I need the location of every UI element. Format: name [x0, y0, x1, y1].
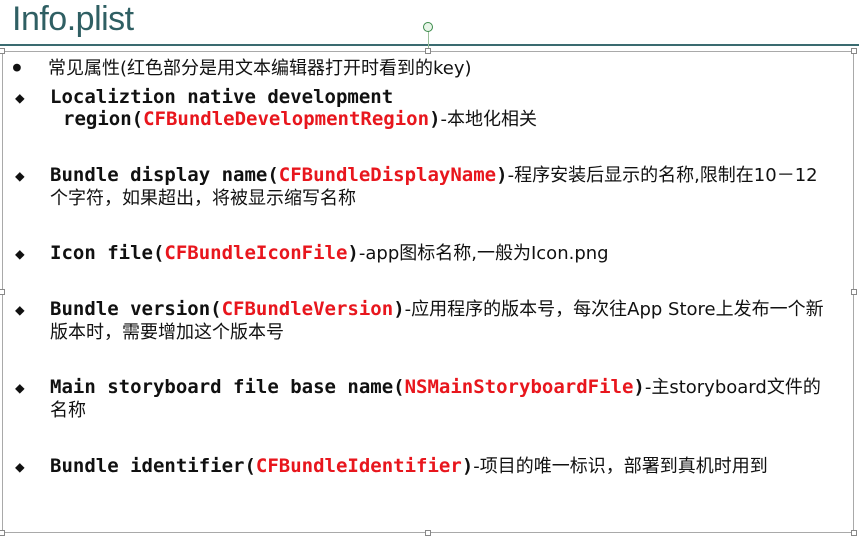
- bullet-diamond-icon: ◆: [15, 88, 25, 107]
- item-desc: -本地化相关: [440, 109, 538, 130]
- item-key-close: ): [633, 376, 645, 398]
- item-key-close: ): [461, 455, 474, 477]
- item-name: Bundle version(: [50, 298, 222, 320]
- bullet-diamond-icon: ◆: [15, 378, 25, 397]
- item-key: CFBundleDisplayName: [278, 164, 497, 186]
- item-name: Bundle identifier(: [50, 455, 256, 477]
- resize-handle-top-left[interactable]: [0, 48, 5, 54]
- bullet-diamond-icon: ◆: [15, 244, 25, 263]
- bullet-dot-icon: ●: [13, 60, 21, 75]
- list-item: Localiztion native development region(CF…: [50, 86, 829, 131]
- resize-handle-bottom[interactable]: [425, 530, 431, 536]
- resize-handle-top-right[interactable]: [851, 48, 857, 54]
- resize-handle-left[interactable]: [0, 289, 5, 295]
- item-key-close: ): [347, 242, 359, 264]
- list-item: Main storyboard file base name(NSMainSto…: [50, 376, 829, 422]
- item-key: CFBundleVersion: [221, 298, 394, 320]
- bullet-diamond-icon: ◆: [15, 166, 25, 185]
- bullet-diamond-icon: ◆: [15, 300, 25, 319]
- resize-handle-top[interactable]: [425, 48, 431, 54]
- intro-text: 常见属性(红色部分是用文本编辑器打开时看到的key): [48, 58, 472, 79]
- item-name-cont: region(: [63, 108, 144, 130]
- item-desc: -app图标名称,一般为Icon.png: [358, 243, 609, 264]
- resize-handle-right[interactable]: [851, 289, 857, 295]
- list-item: Bundle display name(CFBundleDisplayName)…: [50, 164, 829, 210]
- item-name: Main storyboard file base name(: [50, 376, 405, 398]
- item-key-close: ): [429, 108, 441, 130]
- slide: Info.plist ● 常见属性(红色部分是用文本编辑器打开时看到的key) …: [0, 0, 859, 538]
- item-name: Icon file(: [50, 242, 165, 264]
- title-underline: [0, 44, 859, 46]
- list-item: Bundle version(CFBundleVersion)-应用程序的版本号…: [50, 298, 829, 344]
- item-key-close: ): [496, 164, 508, 186]
- item-name: Localiztion native development: [50, 86, 394, 108]
- item-desc: -项目的唯一标识，部署到真机时用到: [473, 456, 768, 477]
- list-item: Bundle identifier(CFBundleIdentifier)-项目…: [50, 455, 829, 478]
- item-key-close: ): [393, 298, 405, 320]
- item-name: Bundle display name(: [50, 164, 279, 186]
- rotate-handle-stem: [428, 30, 429, 48]
- resize-handle-bottom-right[interactable]: [851, 530, 857, 536]
- item-key: CFBundleIconFile: [164, 242, 348, 264]
- item-key: CFBundleDevelopmentRegion: [143, 108, 430, 130]
- slide-title[interactable]: Info.plist: [12, 0, 134, 39]
- text-box[interactable]: ● 常见属性(红色部分是用文本编辑器打开时看到的key) ◆ Localizti…: [0, 48, 857, 536]
- list-item: Icon file(CFBundleIconFile)-app图标名称,一般为I…: [50, 242, 829, 265]
- item-key: NSMainStoryboardFile: [404, 376, 634, 398]
- resize-handle-bottom-left[interactable]: [0, 530, 5, 536]
- item-key: CFBundleIdentifier: [255, 455, 462, 477]
- bullet-diamond-icon: ◆: [15, 457, 25, 476]
- rotate-handle-icon[interactable]: [423, 22, 433, 32]
